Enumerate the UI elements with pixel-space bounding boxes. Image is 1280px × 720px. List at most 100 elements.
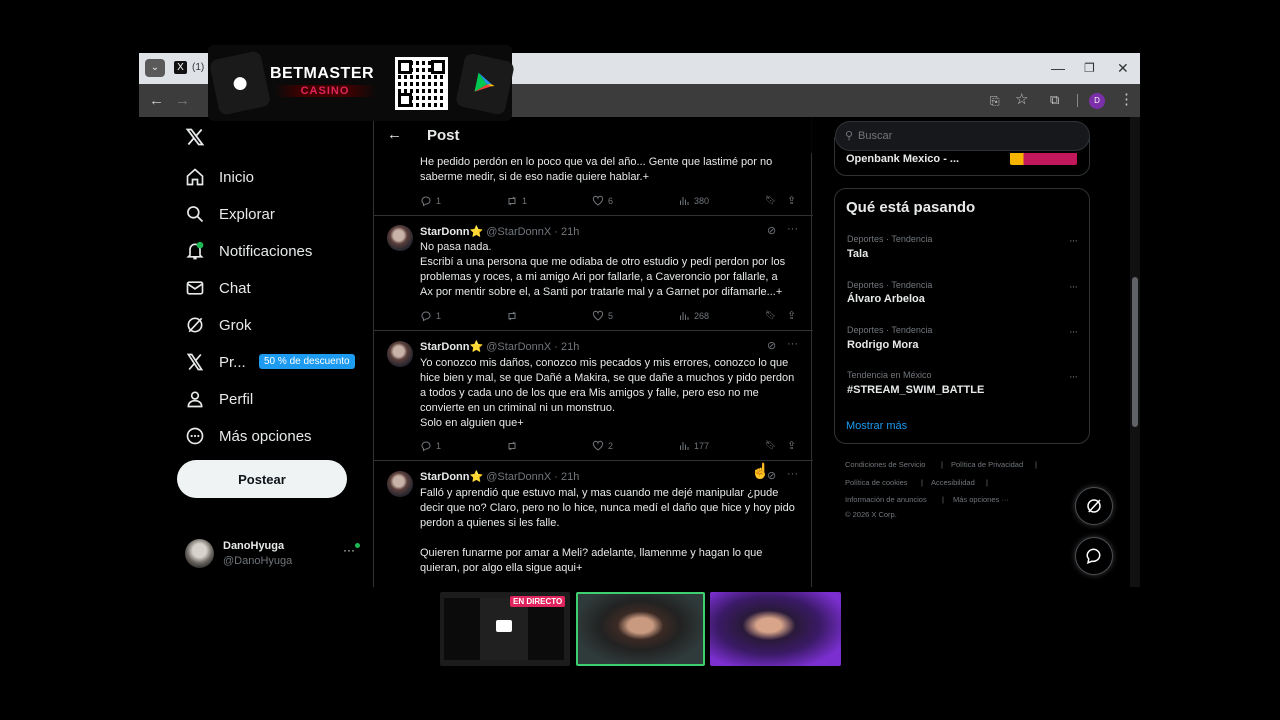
repost-button[interactable] (506, 440, 522, 452)
sidebar-item-mas-opciones[interactable]: Más opciones (185, 421, 312, 451)
author-name[interactable]: StarDonn⭐ (420, 471, 483, 483)
scrollbar-track[interactable] (1130, 117, 1140, 587)
views-button[interactable]: 177 (678, 440, 709, 452)
footer-separator: | (941, 460, 943, 469)
more-icon[interactable]: ··· (787, 338, 798, 350)
sidebar-item-label: Inicio (219, 168, 255, 186)
tweet-line: Ax por mentir sobre el, a Santi por trat… (420, 286, 783, 298)
sidebar-item-label: Más opciones (219, 427, 312, 445)
avatar (387, 341, 413, 367)
account-switcher[interactable]: DanoHyuga @DanoHyuga ··· (185, 539, 365, 571)
extensions-icon[interactable]: ⧉ (1050, 92, 1059, 108)
repost-button[interactable]: 1 (506, 195, 527, 207)
grok-icon[interactable]: ⊘ (767, 339, 776, 352)
webcam-host (576, 592, 705, 666)
reply-button[interactable]: 1 (420, 440, 441, 452)
x-logo-icon[interactable] (185, 127, 205, 152)
trends-title: Qué está pasando (846, 199, 976, 216)
reply-icon (421, 311, 431, 322)
restore-icon[interactable]: ❐ (1084, 61, 1095, 75)
views-count: 177 (694, 441, 710, 451)
share-icon[interactable]: ⇪ (787, 194, 796, 207)
timeline-column: ← Post He pedido perdón en lo poco que v… (373, 117, 813, 587)
trend-more-icon[interactable]: ··· (1069, 281, 1078, 293)
search-icon (187, 206, 204, 223)
tweet-line: Falló y aprendió que estuvo mal, y mas c… (420, 487, 779, 499)
online-dot (355, 543, 360, 548)
author-handle[interactable]: @StarDonnX · 21h (486, 226, 579, 238)
footer-separator: | (986, 478, 988, 487)
sidebar-item-chat[interactable]: Chat (185, 273, 251, 303)
back-arrow-icon[interactable]: ← (387, 126, 402, 143)
views-count: 380 (694, 196, 710, 206)
sidebar-item-label: Notificaciones (219, 242, 313, 260)
promo-card[interactable]: Openbank Mexico - ... (834, 137, 1090, 176)
author-name[interactable]: StarDonn⭐ (420, 341, 483, 353)
grok-icon (1087, 499, 1101, 513)
tweet-line: problemas y roces, a mi amigo Ari por fa… (420, 271, 778, 283)
bookmark-icon[interactable]: 🔖︎ (765, 310, 776, 321)
close-window-icon[interactable]: ✕ (1117, 61, 1129, 75)
reply-icon (421, 441, 431, 452)
bookmark-icon[interactable]: 🔖︎ (765, 195, 776, 206)
grok-float-button[interactable] (1075, 487, 1113, 525)
more-icon[interactable]: ··· (787, 468, 798, 480)
footer-privacy-link[interactable]: Política de Privacidad (951, 460, 1023, 469)
apple-store-icon: ● (208, 50, 272, 116)
back-icon[interactable]: ← (149, 93, 164, 109)
page-title: Post (427, 127, 460, 144)
minimize-icon[interactable]: — (1051, 61, 1065, 75)
casino-ad-overlay[interactable]: ● BETMASTER CASINO (208, 45, 516, 121)
reply-button[interactable]: 1 (420, 195, 441, 207)
like-button[interactable]: 6 (592, 195, 613, 207)
like-button[interactable]: 5 (592, 310, 613, 322)
sidebar-item-explorar[interactable]: Explorar (185, 199, 275, 229)
reply-count: 1 (436, 441, 442, 451)
footer-more-link[interactable]: Más opciones ··· (953, 495, 1009, 504)
trend-more-icon[interactable]: ··· (1069, 326, 1078, 338)
share-icon[interactable]: ⇪ (787, 309, 796, 322)
premium-discount-badge[interactable]: 50 % de descuento (259, 354, 355, 369)
bookmark-star-icon[interactable]: ☆ (1015, 92, 1028, 108)
sidebar-item-inicio[interactable]: Inicio (185, 162, 254, 192)
show-more-link[interactable]: Mostrar más (846, 420, 907, 432)
browser-menu-icon[interactable]: ⋮ (1119, 92, 1134, 108)
divider (374, 215, 813, 216)
screen-icon (496, 620, 512, 632)
sidebar-item-premium[interactable]: Pr... (185, 347, 246, 377)
bookmark-icon[interactable]: 🔖︎ (765, 440, 776, 451)
trend-more-icon[interactable]: ··· (1069, 371, 1078, 383)
tab-menu-button[interactable]: ⌄ (145, 59, 165, 77)
forward-icon[interactable]: → (175, 93, 190, 109)
sidebar-item-perfil[interactable]: Perfil (185, 384, 253, 414)
heart-icon (592, 440, 604, 451)
views-button[interactable]: 268 (678, 310, 709, 322)
trend-more-icon[interactable]: ··· (1069, 235, 1078, 247)
views-button[interactable]: 380 (678, 195, 709, 207)
scrollbar-thumb[interactable] (1132, 277, 1138, 427)
footer-accessibility-link[interactable]: Accesibilidad (931, 478, 975, 487)
tweet-line: He pedido perdón en lo poco que va del a… (420, 156, 773, 168)
author-name[interactable]: StarDonn⭐ (420, 226, 483, 238)
tab-title[interactable]: (1) (192, 62, 204, 73)
like-button[interactable]: 2 (592, 440, 613, 452)
sidebar-item-notificaciones[interactable]: Notificaciones (185, 236, 312, 266)
sidebar-item-grok[interactable]: Grok (185, 310, 252, 340)
share-icon[interactable]: ⇪ (787, 439, 796, 452)
post-button[interactable]: Postear (177, 460, 347, 498)
footer-cookies-link[interactable]: Política de cookies (845, 478, 908, 487)
reply-icon (421, 196, 431, 207)
repost-button[interactable] (506, 310, 522, 322)
trend-category: Deportes · Tendencia (847, 325, 933, 335)
more-icon[interactable]: ··· (787, 223, 798, 235)
footer-terms-link[interactable]: Condiciones de Servicio (845, 460, 925, 469)
footer-ads-link[interactable]: Información de anuncios (845, 495, 927, 504)
author-handle[interactable]: @StarDonnX · 21h (486, 471, 579, 483)
reply-button[interactable]: 1 (420, 310, 441, 322)
profile-avatar[interactable]: D (1089, 93, 1105, 109)
author-handle[interactable]: @StarDonnX · 21h (486, 341, 579, 353)
install-icon[interactable]: ⎘ (990, 93, 1000, 109)
grok-icon[interactable]: ⊘ (767, 224, 776, 237)
messages-float-button[interactable] (1075, 537, 1113, 575)
tweet-line: Solo en alguien que+ (420, 417, 524, 429)
